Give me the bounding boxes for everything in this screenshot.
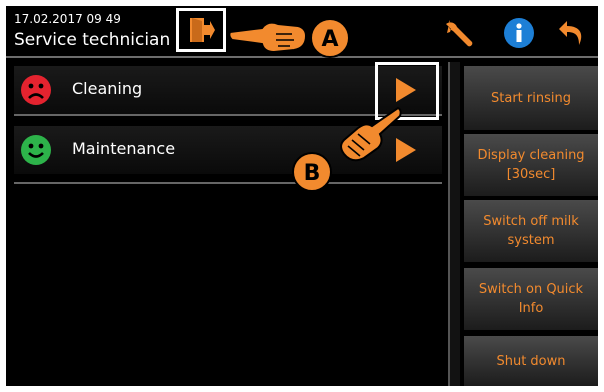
sidebar-divider (448, 62, 460, 386)
back-button[interactable] (554, 14, 592, 52)
coffee-machine-screen: 17.02.2017 09 49 Service technician Clea… (6, 6, 598, 386)
start-rinsing-button[interactable]: Start rinsing (464, 66, 598, 130)
wrench-icon (446, 20, 473, 47)
happy-face-icon (21, 135, 51, 165)
logout-door-icon (190, 18, 215, 42)
pointing-hand-icon (340, 106, 402, 162)
switch-off-milk-button[interactable]: Switch off milk system (464, 200, 598, 262)
back-arrow-icon (559, 21, 582, 45)
callout-badge-b: B (292, 152, 332, 192)
shut-down-button[interactable]: Shut down (464, 336, 598, 386)
row-divider (14, 182, 442, 184)
sad-face-icon (21, 75, 51, 105)
datetime-display: 17.02.2017 09 49 (14, 12, 121, 26)
info-button[interactable] (500, 14, 538, 52)
user-role-label: Service technician (14, 30, 171, 50)
logout-button[interactable] (176, 8, 226, 52)
settings-wrench-button[interactable] (442, 14, 480, 52)
display-cleaning-button[interactable]: Display cleaning [30sec] (464, 134, 598, 196)
callout-badge-a: A (310, 18, 350, 58)
quick-info-button[interactable]: Switch on Quick Info (464, 268, 598, 330)
info-icon (504, 18, 534, 48)
menu-item-label: Cleaning (72, 79, 143, 98)
menu-item-label: Maintenance (72, 139, 176, 158)
